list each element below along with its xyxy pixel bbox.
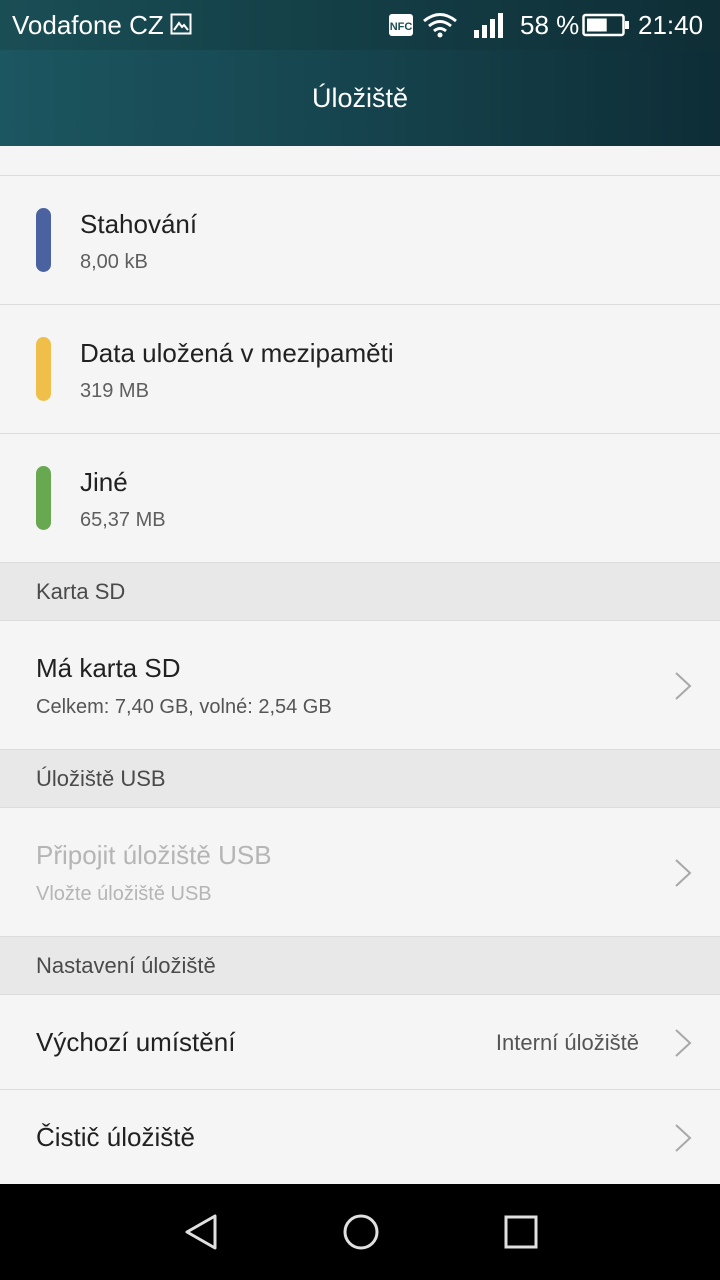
recents-icon[interactable] — [501, 1212, 541, 1252]
default-location-value: Interní úložiště — [495, 1030, 639, 1055]
back-icon[interactable] — [181, 1212, 221, 1252]
app-bar: Úložiště — [0, 50, 720, 146]
category-color-marker — [36, 337, 51, 401]
battery-icon — [582, 13, 629, 37]
storage-category-cache[interactable]: Data uložená v mezipaměti 319 MB — [0, 305, 720, 434]
sd-card-title: Má karta SD — [36, 653, 181, 683]
category-name: Jiné — [80, 467, 128, 497]
chevron-right-icon — [675, 1029, 692, 1057]
list-top-spacer — [0, 146, 720, 176]
wifi-icon — [423, 13, 457, 38]
page-title: Úložiště — [311, 83, 409, 113]
storage-cleaner-item[interactable]: Čistič úložiště — [0, 1090, 720, 1184]
storage-cleaner-title: Čistič úložiště — [36, 1122, 195, 1152]
status-bar: Vodafone CZ NFC 58 % 21:40 — [0, 0, 720, 50]
category-name: Stahování — [80, 209, 198, 239]
category-size: 65,37 MB — [80, 509, 166, 531]
mount-usb-subtitle: Vložte úložiště USB — [36, 883, 212, 905]
storage-list[interactable]: Stahování 8,00 kB Data uložená v mezipam… — [0, 146, 720, 1184]
sd-card-capacity: Celkem: 7,40 GB, volné: 2,54 GB — [36, 696, 332, 718]
signal-icon — [474, 13, 503, 38]
carrier-name: Vodafone CZ — [12, 10, 164, 40]
category-name: Data uložená v mezipaměti — [80, 338, 394, 368]
storage-category-other[interactable]: Jiné 65,37 MB — [0, 434, 720, 563]
section-header-usb-storage: Úložiště USB — [0, 750, 720, 808]
storage-category-downloads[interactable]: Stahování 8,00 kB — [0, 176, 720, 305]
home-icon[interactable] — [341, 1212, 381, 1252]
chevron-right-icon — [675, 1124, 692, 1152]
section-header-storage-settings: Nastavení úložiště — [0, 937, 720, 995]
mount-usb-title: Připojit úložiště USB — [36, 840, 272, 870]
section-header-sd-card: Karta SD — [0, 563, 720, 621]
category-color-marker — [36, 466, 51, 530]
category-size: 319 MB — [80, 380, 149, 402]
mount-usb-storage-item[interactable]: Připojit úložiště USB Vložte úložiště US… — [0, 808, 720, 937]
category-color-marker — [36, 208, 51, 272]
svg-text:NFC: NFC — [390, 21, 413, 33]
image-icon — [170, 13, 192, 35]
sd-card-item[interactable]: Má karta SD Celkem: 7,40 GB, volné: 2,54… — [0, 621, 720, 750]
navigation-bar — [0, 1184, 720, 1280]
nfc-icon: NFC — [389, 14, 413, 36]
category-size: 8,00 kB — [80, 251, 148, 273]
clock: 21:40 — [638, 10, 704, 40]
chevron-right-icon — [675, 859, 692, 887]
default-location-title: Výchozí umístění — [36, 1027, 236, 1057]
default-location-item[interactable]: Výchozí umístění Interní úložiště — [0, 995, 720, 1090]
battery-percent: 58 % — [520, 10, 580, 40]
chevron-right-icon — [675, 672, 692, 700]
